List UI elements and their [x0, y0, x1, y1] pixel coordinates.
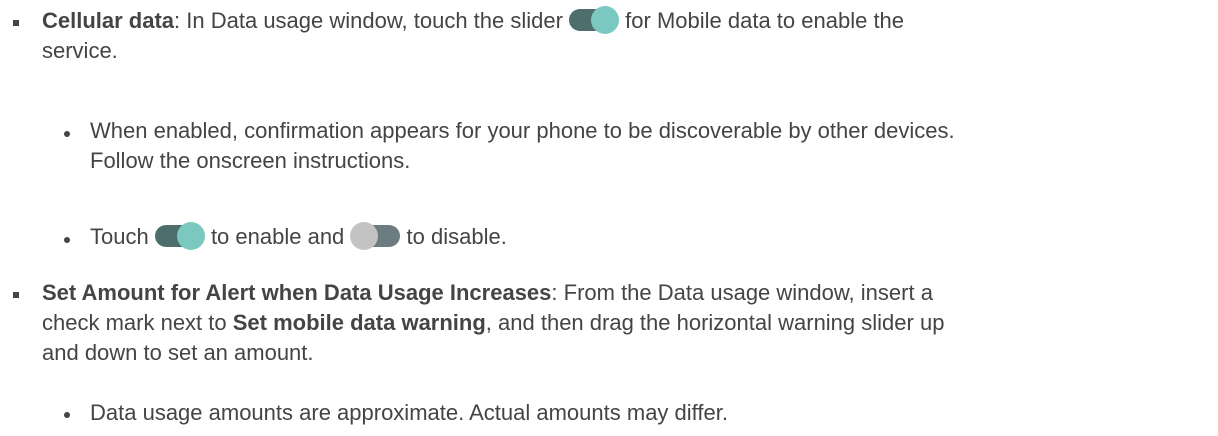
- toggle-off-icon: [350, 222, 401, 250]
- sub-item-text: Follow the onscreen instructions.: [90, 146, 410, 176]
- sub-item-text: When enabled, confirmation appears for y…: [90, 116, 955, 146]
- dot-bullet: [64, 412, 70, 418]
- sub-item-line: Follow the onscreen instructions.: [90, 148, 411, 173]
- sub-item-text-part: to enable and: [204, 224, 351, 249]
- item-text: and down to set an amount.: [42, 340, 314, 365]
- item-text: , and then drag the horizontal warning s…: [485, 310, 945, 335]
- document-body: Cellular data: In Data usage window, tou…: [0, 0, 1218, 436]
- square-bullet: [13, 20, 19, 26]
- square-bullet: [13, 292, 19, 298]
- sub-item-line: When enabled, confirmation appears for y…: [90, 118, 955, 143]
- sub-list-item: Data usage amounts are approximate. Actu…: [0, 395, 1218, 435]
- item-text: service.: [42, 38, 118, 63]
- list-item-set-amount-alert: Set Amount for Alert when Data Usage Inc…: [0, 270, 1218, 380]
- dot-bullet: [64, 237, 70, 243]
- list-item-text: check mark next to Set mobile data warni…: [42, 308, 944, 338]
- list-item-text: and down to set an amount.: [42, 338, 314, 368]
- list-item-text: Cellular data: In Data usage window, tou…: [42, 6, 904, 36]
- item-text: : From the Data usage window, insert a: [551, 280, 933, 305]
- list-item-text: service.: [42, 36, 118, 66]
- item-text: for Mobile data to enable the: [619, 8, 905, 33]
- list-item-text: Set Amount for Alert when Data Usage Inc…: [42, 278, 933, 308]
- item-label: Set mobile data warning: [232, 310, 486, 335]
- sub-item-text: Touch to enable and to disable.: [90, 222, 507, 252]
- list-item-cellular-data: Cellular data: In Data usage window, tou…: [0, 0, 1218, 90]
- sub-item-line: Data usage amounts are approximate. Actu…: [90, 400, 728, 425]
- sub-item-text-part: to disable.: [400, 224, 507, 249]
- item-label: Set Amount for Alert when Data Usage Inc…: [42, 280, 552, 305]
- sub-list-item: When enabled, confirmation appears for y…: [0, 96, 1218, 176]
- toggle-on-icon: [154, 222, 205, 250]
- item-text: check mark next to: [42, 310, 233, 335]
- sub-item-text-part: Touch: [90, 224, 155, 249]
- sub-list-item: Touch to enable and to disable.: [0, 200, 1218, 250]
- item-label: Cellular data: [42, 8, 175, 33]
- item-text: : In Data usage window, touch the slider: [174, 8, 570, 33]
- toggle-on-icon: [569, 6, 620, 34]
- dot-bullet: [64, 131, 70, 137]
- sub-item-text: Data usage amounts are approximate. Actu…: [90, 398, 728, 428]
